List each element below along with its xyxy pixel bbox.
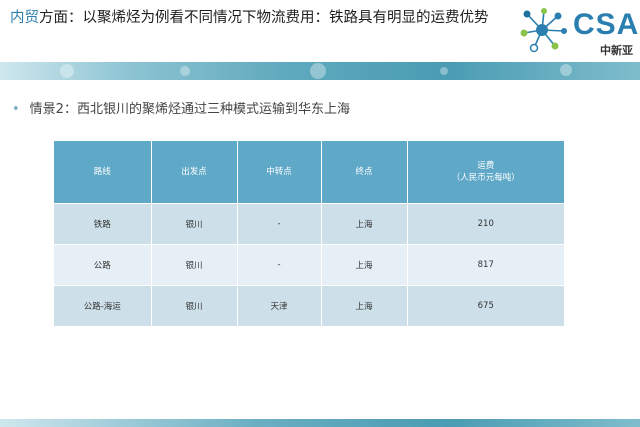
table-row: 铁路 银川 - 上海 210 (54, 203, 564, 245)
freight-table: 路线 出发点 中转点 终点 运费 （人民币元每吨） 铁路 银川 - 上海 210 … (54, 141, 564, 326)
cell-transfer: - (237, 203, 322, 245)
table-row: 公路-海运 银川 天津 上海 675 (54, 285, 564, 326)
cell-origin: 银川 (151, 203, 238, 245)
cell-transfer: - (237, 244, 322, 286)
cell-destination: 上海 (321, 285, 408, 326)
col-header-transfer: 中转点 (237, 141, 322, 204)
cell-destination: 上海 (321, 244, 408, 286)
cell-destination: 上海 (321, 203, 408, 245)
cell-origin: 银川 (151, 244, 238, 286)
scenario-text: 情景2：西北银川的聚烯烃通过三种模式运输到华东上海 (29, 102, 350, 117)
table-row: 公路 银川 - 上海 817 (54, 244, 564, 286)
col-header-route: 路线 (54, 141, 152, 204)
col-header-origin: 出发点 (151, 141, 238, 204)
freight-label: 运费 (477, 161, 495, 171)
table-header-row: 路线 出发点 中转点 终点 运费 （人民币元每吨） (54, 141, 564, 204)
cell-origin: 银川 (151, 285, 238, 326)
cell-transfer: 天津 (237, 285, 322, 326)
cell-route: 公路 (54, 244, 152, 286)
decorative-bottom-band (0, 419, 640, 427)
cell-freight: 817 (407, 244, 564, 286)
cell-freight: 210 (407, 203, 564, 245)
title-text: 方面：以聚烯烃为例看不同情况下物流费用：铁路具有明显的运费优势 (39, 10, 489, 26)
title-accent: 内贸 (10, 10, 39, 26)
cell-route: 铁路 (54, 203, 152, 245)
slide-title-area: 内贸方面：以聚烯烃为例看不同情况下物流费用：铁路具有明显的运费优势 (10, 8, 530, 28)
slide-title: 内贸方面：以聚烯烃为例看不同情况下物流费用：铁路具有明显的运费优势 (10, 8, 530, 28)
logo-text: CSA (573, 8, 640, 41)
scenario-bullet: • 情景2：西北银川的聚烯烃通过三种模式运输到华东上海 (12, 98, 350, 117)
decorative-band (0, 62, 640, 80)
col-header-freight: 运费 （人民币元每吨） (407, 141, 564, 204)
cell-freight: 675 (407, 285, 564, 326)
bullet-dot-icon: • (12, 102, 20, 117)
col-header-destination: 终点 (321, 141, 408, 204)
logo-subtitle: 中新亚 (600, 44, 633, 57)
freight-unit: （人民币元每吨） (451, 173, 520, 183)
cell-route: 公路-海运 (54, 285, 152, 326)
